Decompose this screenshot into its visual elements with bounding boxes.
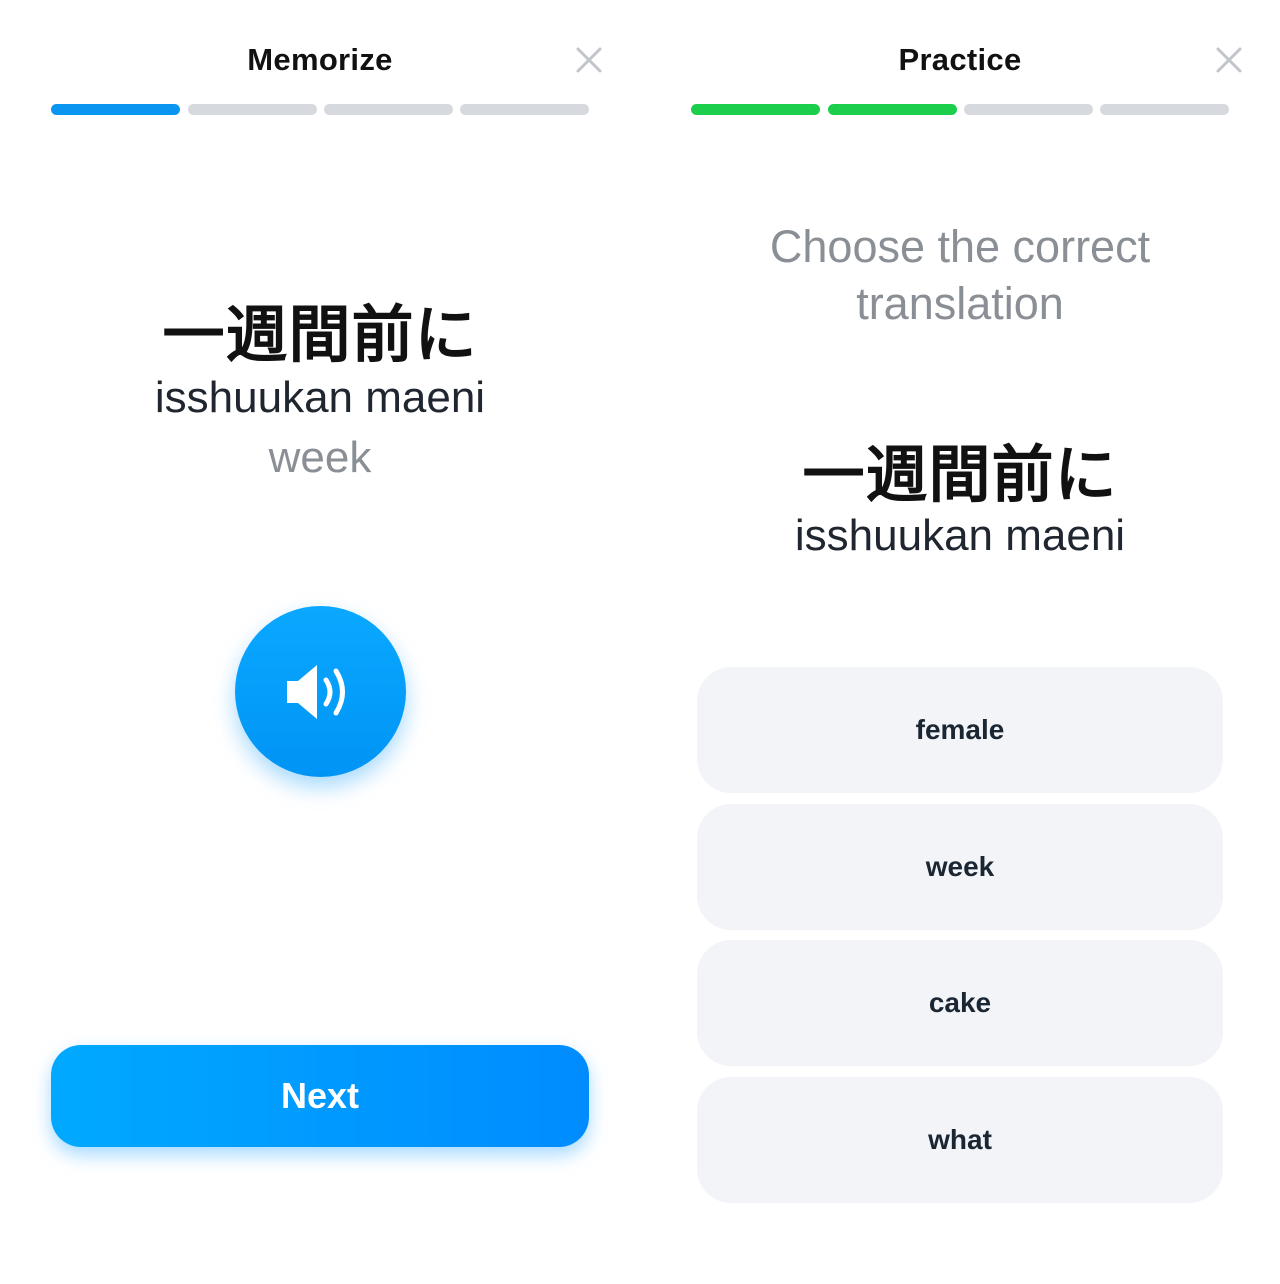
progress-segment <box>460 104 589 115</box>
progress-segment <box>828 104 957 115</box>
play-audio-button[interactable] <box>235 606 406 777</box>
word-japanese: 一週間前に <box>802 438 1118 511</box>
progress-bar <box>51 104 589 115</box>
word-romaji: isshuukan maeni <box>154 373 486 422</box>
word-japanese: 一週間前に <box>162 298 478 371</box>
word-meaning: week <box>268 433 372 482</box>
progress-segment <box>188 104 317 115</box>
progress-segment <box>964 104 1093 115</box>
word-romaji: isshuukan maeni <box>794 511 1126 560</box>
next-button[interactable]: Next <box>51 1045 589 1147</box>
prompt-line: translation <box>856 278 1064 329</box>
close-icon[interactable] <box>1213 44 1245 76</box>
answer-option[interactable]: female <box>697 667 1223 793</box>
answer-option[interactable]: week <box>697 804 1223 930</box>
close-icon[interactable] <box>573 44 605 76</box>
progress-segment <box>51 104 180 115</box>
instruction-prompt: Choose the correct translation <box>640 218 1280 332</box>
prompt-line: Choose the correct <box>769 221 1151 272</box>
screen-title: Memorize <box>247 42 393 77</box>
answer-option[interactable]: cake <box>697 940 1223 1066</box>
memorize-screen: Memorize 一週間前に isshuukan maeni week Next <box>0 0 640 1284</box>
progress-bar <box>691 104 1229 115</box>
app-screens: Memorize 一週間前に isshuukan maeni week Next <box>0 0 1280 1284</box>
progress-segment <box>691 104 820 115</box>
speaker-icon <box>287 665 345 719</box>
practice-screen: Practice Choose the correct translation … <box>640 0 1280 1284</box>
progress-segment <box>1100 104 1229 115</box>
screen-title: Practice <box>898 42 1022 77</box>
progress-segment <box>324 104 453 115</box>
answer-option[interactable]: what <box>697 1077 1223 1203</box>
